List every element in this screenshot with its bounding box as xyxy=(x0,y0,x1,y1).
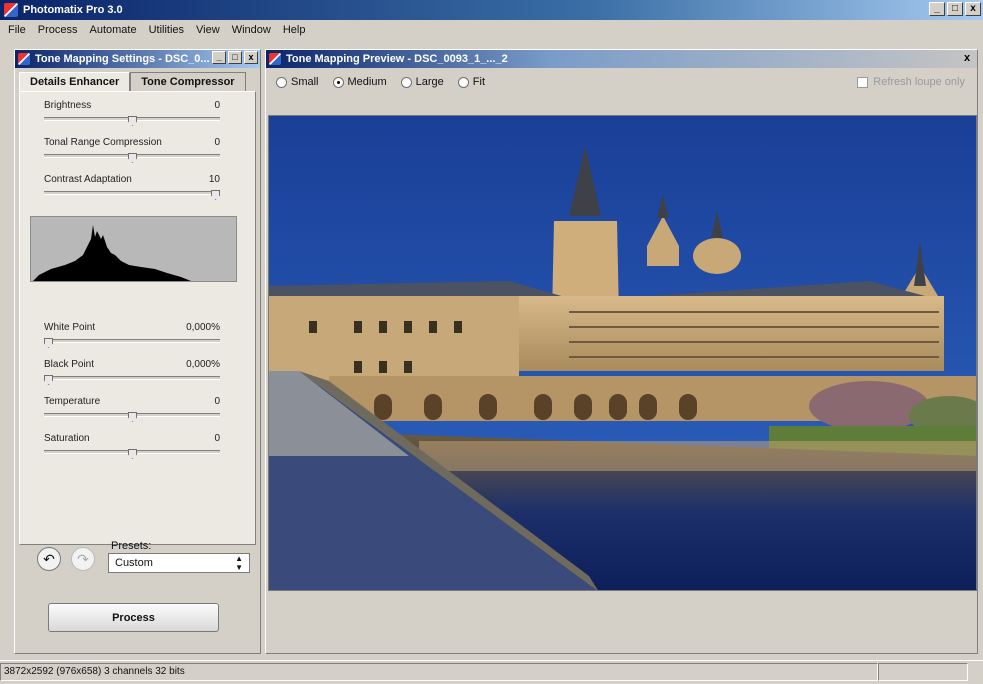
contrast-adaptation-slider[interactable] xyxy=(44,190,220,200)
black-point-slider-thumb[interactable] xyxy=(44,375,53,385)
photomatix-app-icon xyxy=(4,3,18,17)
dropdown-arrows-icon: ▲ ▼ xyxy=(235,554,243,572)
histogram xyxy=(30,216,237,282)
tab-tone-compressor[interactable]: Tone Compressor xyxy=(130,72,246,91)
redo-icon: ↷ xyxy=(71,547,95,571)
menu-view[interactable]: View xyxy=(190,24,226,36)
app-title: Photomatix Pro 3.0 xyxy=(23,4,123,16)
settings-title-bar[interactable]: Tone Mapping Settings - DSC_0... _ □ x xyxy=(15,50,260,68)
refresh-loupe-checkbox xyxy=(857,76,869,88)
tonal-range-compression-slider[interactable] xyxy=(44,153,220,163)
minimize-button[interactable]: _ xyxy=(929,2,945,16)
size-large-radio[interactable]: Large xyxy=(400,76,444,88)
temperature-value: 0 xyxy=(214,396,220,407)
saturation-label: Saturation xyxy=(44,433,90,444)
photomatix-app-icon xyxy=(269,53,281,65)
saturation-control: Saturation 0 xyxy=(44,433,220,459)
menu-bar: File Process Automate Utilities View Win… xyxy=(0,20,983,40)
black-point-label: Black Point xyxy=(44,359,95,370)
temperature-label: Temperature xyxy=(44,396,101,407)
preview-title: Tone Mapping Preview - DSC_0093_1_..._2 xyxy=(286,53,508,65)
presets-area: ↶ ↷ Presets: Custom ▲ ▼ xyxy=(19,525,256,585)
brightness-slider[interactable] xyxy=(44,116,220,126)
brightness-slider-thumb[interactable] xyxy=(128,116,137,126)
settings-restore-button[interactable]: □ xyxy=(228,51,242,64)
contrast-adaptation-slider-thumb[interactable] xyxy=(211,190,220,200)
brightness-label: Brightness xyxy=(44,100,92,111)
size-large-radio-dot[interactable] xyxy=(400,76,412,88)
size-small-radio-dot[interactable] xyxy=(276,76,287,88)
menu-automate[interactable]: Automate xyxy=(83,24,142,36)
image-info: 3872x2592 (976x658) 3 channels 32 bits xyxy=(0,662,878,681)
saturation-slider[interactable] xyxy=(44,449,220,459)
details-enhancer-panel: Brightness 0 Tonal Range Compression 0 C… xyxy=(19,91,256,545)
menu-utilities[interactable]: Utilities xyxy=(143,24,190,36)
restore-button[interactable]: □ xyxy=(947,2,963,16)
size-medium-radio-dot[interactable] xyxy=(332,76,344,88)
undo-icon[interactable]: ↶ xyxy=(37,547,61,571)
white-point-control: White Point 0,000% xyxy=(44,322,220,348)
close-button[interactable]: x xyxy=(965,2,981,16)
presets-dropdown[interactable]: Custom ▲ ▼ xyxy=(108,553,250,573)
settings-title: Tone Mapping Settings - DSC_0... xyxy=(35,53,210,65)
size-fit-radio-dot[interactable] xyxy=(457,76,469,88)
status-panel-right xyxy=(878,662,968,681)
size-fit-label: Fit xyxy=(472,76,486,88)
tonal-range-compression-label: Tonal Range Compression xyxy=(44,137,162,148)
preview-image[interactable] xyxy=(268,115,977,591)
brightness-control: Brightness 0 xyxy=(44,100,220,126)
white-point-value: 0,000% xyxy=(186,322,220,333)
white-point-slider[interactable] xyxy=(44,338,220,348)
presets-label: Presets: xyxy=(111,540,152,552)
black-point-value: 0,000% xyxy=(186,359,220,370)
black-point-control: Black Point 0,000% xyxy=(44,359,220,385)
settings-window-controls: _ □ x xyxy=(212,51,258,64)
size-small-radio[interactable]: Small xyxy=(276,76,319,88)
size-large-label: Large xyxy=(415,76,444,88)
refresh-loupe-label: Refresh loupe only xyxy=(873,76,965,88)
status-bar: 3872x2592 (976x658) 3 channels 32 bits xyxy=(0,660,983,682)
size-fit-radio[interactable]: Fit xyxy=(457,76,486,88)
temperature-slider[interactable] xyxy=(44,412,220,422)
brightness-value: 0 xyxy=(214,100,220,111)
size-medium-label: Medium xyxy=(347,76,387,88)
tonal-range-compression-control: Tonal Range Compression 0 xyxy=(44,137,220,163)
settings-tabs: Details Enhancer Tone Compressor xyxy=(15,68,260,91)
resize-grip-icon[interactable] xyxy=(968,663,981,681)
process-button[interactable]: Process xyxy=(48,603,219,632)
preview-size-options: Small Medium Large Fit Refresh loupe onl… xyxy=(266,68,977,96)
settings-minimize-button[interactable]: _ xyxy=(212,51,226,64)
refresh-loupe-option: Refresh loupe only xyxy=(857,76,965,88)
white-point-slider-thumb[interactable] xyxy=(44,338,53,348)
preview-title-bar[interactable]: Tone Mapping Preview - DSC_0093_1_..._2 … xyxy=(266,50,977,68)
contrast-adaptation-value: 10 xyxy=(208,174,220,185)
temperature-slider-thumb[interactable] xyxy=(128,412,137,422)
photomatix-app-icon xyxy=(18,53,30,65)
app-window-controls: _ □ x xyxy=(929,2,981,16)
settings-close-button[interactable]: x xyxy=(244,51,258,64)
menu-process[interactable]: Process xyxy=(32,24,84,36)
saturation-value: 0 xyxy=(214,433,220,444)
presets-selected-value: Custom xyxy=(115,557,153,569)
temperature-control: Temperature 0 xyxy=(44,396,220,422)
size-small-label: Small xyxy=(291,76,319,88)
saturation-slider-thumb[interactable] xyxy=(128,449,137,459)
size-medium-radio[interactable]: Medium xyxy=(332,76,387,88)
contrast-adaptation-label: Contrast Adaptation xyxy=(44,174,132,185)
menu-help[interactable]: Help xyxy=(277,24,312,36)
app-title-bar[interactable]: Photomatix Pro 3.0 _ □ x xyxy=(0,0,983,20)
black-point-slider[interactable] xyxy=(44,375,220,385)
menu-file[interactable]: File xyxy=(2,24,32,36)
tone-mapping-settings-window: Tone Mapping Settings - DSC_0... _ □ x D… xyxy=(14,49,261,654)
tab-details-enhancer[interactable]: Details Enhancer xyxy=(19,72,131,91)
tone-mapping-preview-window: Tone Mapping Preview - DSC_0093_1_..._2 … xyxy=(265,49,978,654)
white-point-label: White Point xyxy=(44,322,96,333)
preview-close-button[interactable]: x xyxy=(960,51,974,64)
contrast-adaptation-control: Contrast Adaptation 10 xyxy=(44,174,220,200)
menu-window[interactable]: Window xyxy=(226,24,277,36)
tonal-range-compression-value: 0 xyxy=(214,137,220,148)
tonal-range-compression-slider-thumb[interactable] xyxy=(128,153,137,163)
